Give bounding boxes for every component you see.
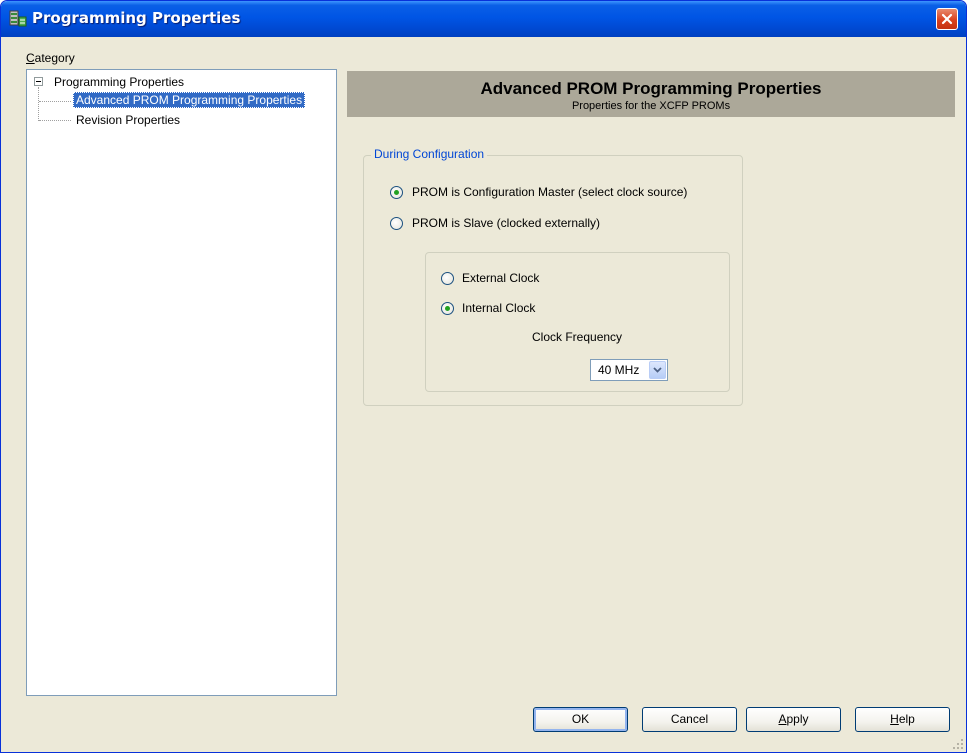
prom-slave-label[interactable]: PROM is Slave (clocked externally) <box>412 216 600 230</box>
prom-master-radio[interactable] <box>390 186 403 199</box>
external-clock-radio[interactable] <box>441 272 454 285</box>
internal-clock-label[interactable]: Internal Clock <box>462 301 535 315</box>
clock-frequency-select[interactable]: 40 MHz <box>590 359 668 381</box>
group-legend: During Configuration <box>371 147 488 161</box>
tree-connector <box>39 101 71 102</box>
collapse-icon[interactable] <box>34 77 43 86</box>
chevron-down-icon <box>653 367 662 373</box>
category-label: Category <box>26 51 75 65</box>
internal-clock-radio[interactable] <box>441 302 454 315</box>
prom-slave-radio[interactable] <box>390 217 403 230</box>
external-clock-label[interactable]: External Clock <box>462 271 539 285</box>
app-icon <box>9 10 27 28</box>
programming-properties-dialog: Programming Properties Category Programm… <box>0 0 967 753</box>
ok-button[interactable]: OK <box>533 707 628 732</box>
dropdown-button[interactable] <box>649 361 666 379</box>
cancel-button[interactable]: Cancel <box>642 707 737 732</box>
close-button[interactable] <box>936 8 958 30</box>
category-tree[interactable]: Programming Properties Advanced PROM Pro… <box>26 69 337 696</box>
tree-connector <box>39 120 71 121</box>
clock-frequency-label: Clock Frequency <box>532 330 623 344</box>
tree-item-revision-properties[interactable]: Revision Properties <box>76 112 180 128</box>
prom-master-label[interactable]: PROM is Configuration Master (select clo… <box>412 185 687 199</box>
clock-frequency-value: 40 MHz <box>598 363 640 377</box>
window-title: Programming Properties <box>32 9 241 27</box>
panel-title: Advanced PROM Programming Properties <box>480 79 822 98</box>
panel-subtitle: Properties for the XCFP PROMs <box>571 100 731 112</box>
panel-header: Advanced PROM Programming Properties Pro… <box>347 71 955 117</box>
resize-grip-icon[interactable] <box>952 738 964 750</box>
tree-item-advanced-prom-programming-properties[interactable]: Advanced PROM Programming Properties <box>73 92 306 108</box>
tree-item-programming-properties[interactable]: Programming Properties <box>54 74 184 90</box>
tree-connector <box>38 87 39 121</box>
close-icon <box>941 13 953 25</box>
title-bar[interactable]: Programming Properties <box>1 1 966 37</box>
apply-button[interactable]: Apply <box>746 707 841 732</box>
help-button[interactable]: Help <box>855 707 950 732</box>
